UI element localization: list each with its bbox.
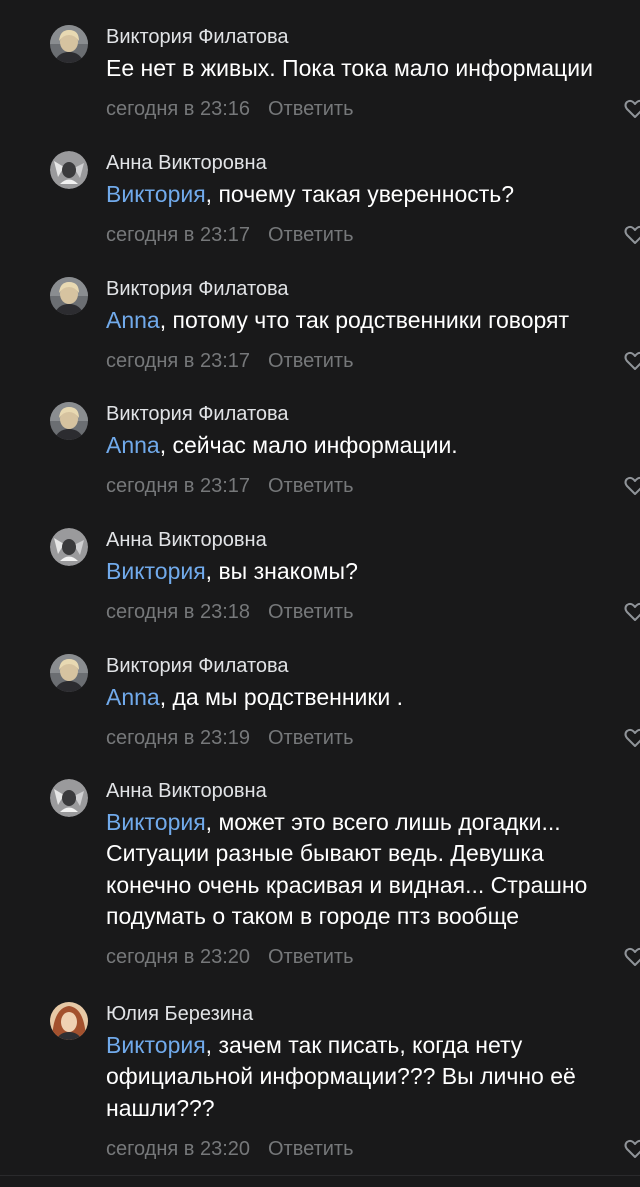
comment-date: сегодня в 23:17: [106, 350, 250, 373]
heart-outline-icon[interactable]: [624, 602, 640, 622]
comment-item: Виктория Филатова Anna, сейчас мало инфор…: [0, 402, 640, 499]
reply-button[interactable]: Ответить: [268, 350, 354, 372]
heart-outline-icon[interactable]: [624, 225, 640, 245]
comment-author[interactable]: Виктория Филатова: [106, 401, 289, 427]
comment-meta: сегодня в 23:17 Ответить: [106, 473, 354, 499]
comment-text: Anna, сейчас мало информации.: [106, 430, 640, 461]
comment-item: Анна Викторовна Виктория, вы знакомы? сего…: [0, 528, 640, 625]
avatar[interactable]: [50, 277, 88, 315]
comment-item: Виктория Филатова Ее нет в живых. Пока то…: [0, 25, 640, 122]
comment-meta: сегодня в 23:20 Ответить: [106, 1136, 354, 1162]
avatar[interactable]: [50, 1002, 88, 1040]
mention-link[interactable]: Anna: [106, 432, 160, 458]
comment-meta: сегодня в 23:17 Ответить: [106, 348, 354, 374]
comment-author[interactable]: Анна Викторовна: [106, 150, 267, 176]
comment-author[interactable]: Виктория Филатова: [106, 276, 289, 302]
heart-outline-icon[interactable]: [624, 728, 640, 748]
mention-link[interactable]: Anna: [106, 307, 160, 333]
comment-author[interactable]: Виктория Филатова: [106, 653, 289, 679]
comment-text: Ее нет в живых. Пока тока мало информаци…: [106, 53, 640, 84]
heart-outline-icon[interactable]: [624, 1139, 640, 1159]
comment-body: , почему такая уверенность?: [205, 181, 515, 207]
reply-button[interactable]: Ответить: [268, 98, 354, 120]
comment-date: сегодня в 23:17: [106, 475, 250, 498]
heart-outline-icon[interactable]: [624, 947, 640, 967]
comment-meta: сегодня в 23:17 Ответить: [106, 222, 354, 248]
comment-author[interactable]: Виктория Филатова: [106, 24, 289, 50]
avatar[interactable]: [50, 151, 88, 189]
comments-list: Виктория Филатова Ее нет в живых. Пока то…: [0, 0, 640, 1175]
comment-text: Виктория, может это всего лишь догадки..…: [106, 807, 640, 932]
mention-link[interactable]: Виктория: [106, 809, 206, 835]
mention-link[interactable]: Anna: [106, 684, 160, 710]
reply-button[interactable]: Ответить: [268, 475, 354, 497]
comment-body: , да мы родственники .: [159, 684, 404, 710]
avatar[interactable]: [50, 25, 88, 63]
comment-body: , сейчас мало информации.: [159, 432, 458, 458]
heart-outline-icon[interactable]: [624, 476, 640, 496]
heart-outline-icon[interactable]: [624, 351, 640, 371]
comment-meta: сегодня в 23:19 Ответить: [106, 725, 354, 751]
comment-date: сегодня в 23:20: [106, 946, 250, 969]
comment-text: Anna, да мы родственники .: [106, 682, 640, 713]
avatar[interactable]: [50, 402, 88, 440]
comment-text: Виктория, вы знакомы?: [106, 556, 640, 587]
comment-text: Виктория, почему такая уверенность?: [106, 179, 640, 210]
bottom-bar: [0, 1175, 640, 1187]
comment-meta: сегодня в 23:16 Ответить: [106, 96, 354, 122]
mention-link[interactable]: Виктория: [106, 181, 206, 207]
comment-author[interactable]: Юлия Березина: [106, 1001, 253, 1027]
reply-button[interactable]: Ответить: [268, 601, 354, 623]
comment-item: Виктория Филатова Anna, потому что так ро…: [0, 277, 640, 374]
divider: [0, 1175, 640, 1176]
comment-meta: сегодня в 23:18 Ответить: [106, 599, 354, 625]
mention-link[interactable]: Виктория: [106, 1032, 206, 1058]
comment-item: Анна Викторовна Виктория, почему такая ув…: [0, 151, 640, 248]
heart-outline-icon[interactable]: [624, 99, 640, 119]
comment-meta: сегодня в 23:20 Ответить: [106, 944, 354, 970]
comment-date: сегодня в 23:19: [106, 727, 250, 750]
reply-button[interactable]: Ответить: [268, 727, 354, 749]
comment-item: Виктория Филатова Anna, да мы родственник…: [0, 654, 640, 751]
reply-button[interactable]: Ответить: [268, 946, 354, 968]
comment-body: , потому что так родственники говорят: [159, 307, 570, 333]
reply-button[interactable]: Ответить: [268, 1138, 354, 1160]
comment-item: Юлия Березина Виктория, зачем так писать,…: [0, 1002, 640, 1162]
reply-button[interactable]: Ответить: [268, 224, 354, 246]
comment-date: сегодня в 23:18: [106, 601, 250, 624]
avatar[interactable]: [50, 654, 88, 692]
mention-link[interactable]: Виктория: [106, 558, 206, 584]
comment-item: Анна Викторовна Виктория, может это всего…: [0, 779, 640, 970]
comment-text: Anna, потому что так родственники говоря…: [106, 305, 640, 336]
comment-date: сегодня в 23:20: [106, 1137, 250, 1160]
comment-body: Ее нет в живых. Пока тока мало информаци…: [106, 55, 593, 81]
comment-body: , вы знакомы?: [205, 558, 358, 584]
comment-date: сегодня в 23:16: [106, 98, 250, 121]
comment-author[interactable]: Анна Викторовна: [106, 527, 267, 553]
avatar[interactable]: [50, 528, 88, 566]
comment-date: сегодня в 23:17: [106, 224, 250, 247]
avatar[interactable]: [50, 779, 88, 817]
comment-text: Виктория, зачем так писать, когда нету о…: [106, 1030, 640, 1124]
comment-author[interactable]: Анна Викторовна: [106, 778, 267, 804]
